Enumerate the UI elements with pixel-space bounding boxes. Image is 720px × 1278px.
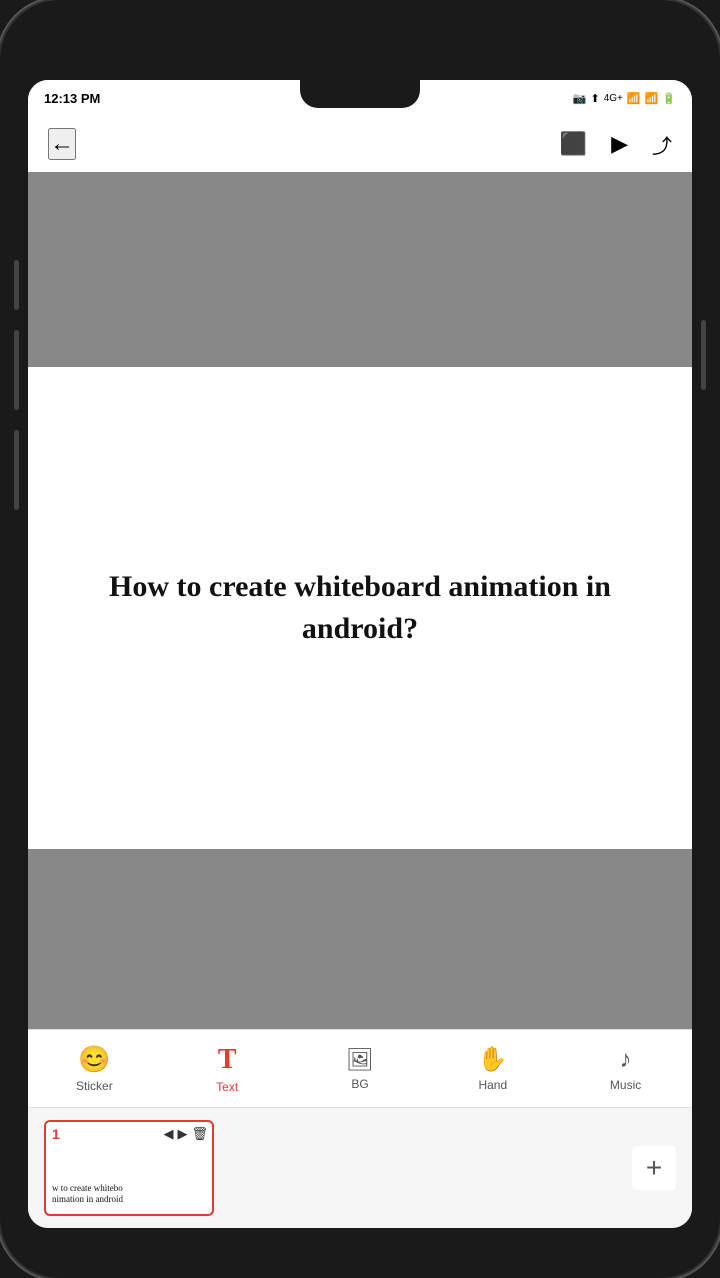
- status-icons: 📷 ⬆ 4G+ 📶 📶 🔋: [573, 92, 676, 105]
- network-icon: 4G+: [604, 93, 623, 104]
- add-slide-button[interactable]: +: [632, 1146, 676, 1190]
- toolbar-item-bg[interactable]: 🖼 BG: [330, 1047, 390, 1091]
- slide-text: How to create whiteboard animation in an…: [48, 566, 672, 650]
- status-time: 12:13 PM: [44, 91, 100, 106]
- slide-thumb-icons: ◀ ▶ 🗑: [163, 1126, 208, 1142]
- wifi-icon: 📶: [645, 92, 659, 105]
- share-button[interactable]: ⤴: [652, 130, 672, 159]
- music-icon: ♪: [620, 1046, 632, 1074]
- gray-strip-top: [28, 172, 692, 367]
- delete-icon[interactable]: 🗑: [191, 1126, 208, 1142]
- play-button[interactable]: ▶: [611, 131, 628, 157]
- white-slide[interactable]: How to create whiteboard animation in an…: [28, 367, 692, 849]
- save-button[interactable]: ⬛: [560, 131, 587, 157]
- toolbar-item-sticker[interactable]: 😊 Sticker: [64, 1044, 124, 1093]
- music-label: Music: [610, 1078, 641, 1092]
- slide-thumbnail-1[interactable]: 1 ◀ ▶ 🗑 w to create whitebonimation in a…: [44, 1120, 214, 1216]
- upload-icon: ⬆: [590, 92, 599, 105]
- phone-frame: 12:13 PM 📷 ⬆ 4G+ 📶 📶 🔋 ← ⬛ ▶ ⤴: [0, 0, 720, 1278]
- back-button[interactable]: ←: [48, 128, 76, 160]
- slides-panel: 1 ◀ ▶ 🗑 w to create whitebonimation in a…: [28, 1107, 692, 1228]
- canvas-area: How to create whiteboard animation in an…: [28, 172, 692, 1029]
- move-left-icon: ◀: [163, 1126, 173, 1142]
- text-label: Text: [216, 1080, 238, 1094]
- bottom-toolbar: 😊 Sticker T Text 🖼 BG ✋ Hand ♪ Music: [28, 1029, 692, 1107]
- volume-down-button: [14, 330, 19, 410]
- toolbar-item-text[interactable]: T Text: [197, 1044, 257, 1094]
- sticker-icon: 😊: [78, 1044, 110, 1075]
- notch: [300, 80, 420, 108]
- signal-icon: 📶: [627, 92, 641, 105]
- toolbar-item-hand[interactable]: ✋ Hand: [463, 1045, 523, 1092]
- move-right-icon: ▶: [177, 1126, 187, 1142]
- bg-label: BG: [351, 1077, 368, 1091]
- top-actions: ⬛ ▶ ⤴: [560, 130, 672, 159]
- bg-icon: 🖼: [346, 1047, 374, 1073]
- sticker-label: Sticker: [76, 1079, 113, 1093]
- toolbar-item-music[interactable]: ♪ Music: [596, 1046, 656, 1092]
- hand-icon: ✋: [478, 1045, 508, 1074]
- phone-screen: 12:13 PM 📷 ⬆ 4G+ 📶 📶 🔋 ← ⬛ ▶ ⤴: [28, 80, 692, 1228]
- slide-thumb-text: w to create whitebonimation in android: [52, 1183, 206, 1206]
- gray-strip-bottom: [28, 849, 692, 1029]
- slide-number-1: 1: [52, 1126, 60, 1142]
- text-icon: T: [218, 1044, 237, 1076]
- hand-label: Hand: [478, 1078, 507, 1092]
- notification-icon: 📷: [573, 92, 587, 105]
- silent-button: [14, 430, 19, 510]
- power-button: [701, 320, 706, 390]
- back-icon: ←: [50, 130, 74, 157]
- battery-icon: 🔋: [662, 92, 676, 105]
- volume-up-button: [14, 260, 19, 310]
- top-bar: ← ⬛ ▶ ⤴: [28, 116, 692, 172]
